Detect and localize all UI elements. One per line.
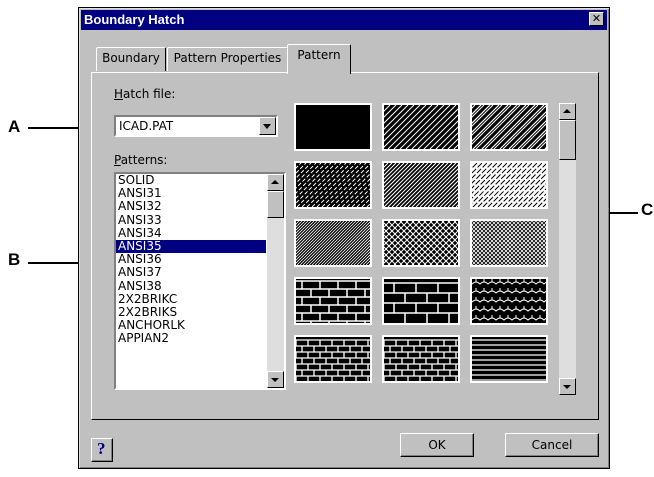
list-item[interactable]: 2X2BRIKC — [116, 292, 266, 306]
hatch-pattern-icon — [339, 220, 541, 266]
list-item[interactable]: ANSI32 — [116, 200, 266, 213]
patterns-list[interactable]: SOLID ANSI31 ANSI32 ANSI33 ANSI34 ANSI35 ANSI3… — [114, 172, 286, 390]
hatch-pattern-icon — [296, 105, 370, 149]
tab-pattern-properties-label: Pattern Properties — [173, 51, 282, 65]
hatch-pattern-icon — [294, 162, 457, 208]
ansi34-swatch[interactable] — [339, 161, 545, 209]
hatch-pattern-icon — [383, 337, 458, 382]
hatch-file-value: ICAD.PAT — [119, 119, 174, 133]
tab-boundary[interactable]: Boundary — [96, 47, 166, 71]
help-button[interactable]: ? — [91, 438, 113, 462]
patterns-scroll-up-button[interactable] — [267, 174, 284, 191]
ansi36-swatch[interactable] — [294, 219, 456, 267]
swatch-scroll-thumb[interactable] — [559, 120, 576, 160]
list-item[interactable]: ANSI38 — [116, 279, 266, 293]
ansi33-swatch[interactable] — [294, 161, 457, 209]
ok-button[interactable]: OK — [400, 433, 474, 457]
chevron-down-icon — [263, 124, 271, 129]
ansi37-swatch[interactable] — [339, 219, 541, 267]
lines-swatch[interactable] — [470, 335, 548, 383]
swatch-scrollbar[interactable] — [559, 103, 576, 395]
hatch-file-select[interactable]: ICAD.PAT — [114, 115, 278, 137]
dialog-title: Boundary Hatch — [84, 12, 185, 27]
list-item[interactable]: ANSI37 — [116, 266, 266, 279]
hatch-pattern-icon — [295, 337, 370, 382]
patterns-label: Patterns: — [114, 153, 168, 167]
pattern-swatch-grid — [294, 103, 558, 395]
list-item[interactable]: APPIAN2 — [116, 332, 266, 345]
patterns-scroll-thumb[interactable] — [267, 191, 284, 218]
tab-pattern[interactable]: Pattern — [287, 44, 351, 74]
patterns-list-items: SOLID ANSI31 ANSI32 ANSI33 ANSI34 ANSI35 ANSI3… — [116, 174, 266, 345]
swatch-scroll-down-button[interactable] — [559, 378, 576, 395]
brick2-swatch[interactable] — [382, 335, 460, 383]
callout-c: C — [641, 200, 654, 219]
hatch-file-label: Hatch file: — [114, 87, 176, 101]
hatch-pattern-icon — [339, 104, 541, 150]
tab-pattern-properties[interactable]: Pattern Properties — [167, 47, 288, 71]
patterns-scrollbar[interactable] — [267, 174, 284, 388]
close-button[interactable]: ✕ — [589, 12, 604, 26]
solid-swatch[interactable] — [294, 103, 372, 151]
list-item[interactable]: ANSI33 — [116, 213, 266, 227]
arrow-down-icon — [271, 378, 279, 382]
ansi35-swatch[interactable] — [427, 161, 558, 209]
hatch-pattern-icon — [427, 104, 558, 150]
ansi32-swatch[interactable] — [427, 103, 558, 151]
hatch-pattern-icon — [339, 162, 545, 208]
ansi38-swatch[interactable] — [427, 219, 558, 267]
ansi31-swatch[interactable] — [339, 103, 541, 151]
appian2-swatch[interactable] — [294, 335, 372, 383]
hatch-pattern-icon — [472, 337, 546, 381]
hatch-pattern-icon — [294, 220, 456, 266]
callout-b: B — [8, 250, 21, 269]
cancel-button-label: Cancel — [531, 438, 573, 452]
patterns-scroll-down-button[interactable] — [267, 371, 284, 388]
arrow-up-icon — [271, 180, 279, 184]
list-item[interactable]: ANSI34 — [116, 226, 266, 240]
tab-boundary-label: Boundary — [102, 51, 160, 65]
2x2brikc-swatch[interactable] — [294, 277, 372, 329]
ok-button-label: OK — [428, 438, 446, 452]
cancel-button[interactable]: Cancel — [505, 433, 599, 457]
help-icon: ? — [97, 439, 106, 458]
pattern-tab-panel: Hatch file: ICAD.PAT Patterns: SOLID ANSI… — [91, 72, 599, 420]
arrow-down-icon — [563, 385, 571, 389]
2x2briks-swatch[interactable] — [382, 277, 460, 325]
hatch-pattern-icon — [296, 279, 370, 329]
anchorlk-swatch[interactable] — [470, 277, 553, 325]
callout-a: A — [8, 117, 21, 136]
hatch-file-dropdown-button[interactable] — [259, 117, 276, 135]
swatch-scroll-up-button[interactable] — [559, 103, 576, 120]
hatch-pattern-icon — [384, 279, 458, 323]
hatch-pattern-icon — [427, 162, 558, 208]
hatch-pattern-icon — [427, 220, 558, 266]
arrow-up-icon — [563, 109, 571, 113]
hatch-pattern-icon — [471, 279, 553, 323]
title-bar: Boundary Hatch ✕ — [81, 10, 607, 30]
boundary-hatch-dialog: Boundary Hatch ✕ Boundary Pattern Proper… — [78, 7, 610, 469]
close-icon: ✕ — [591, 12, 602, 25]
tab-pattern-label: Pattern — [297, 48, 341, 62]
